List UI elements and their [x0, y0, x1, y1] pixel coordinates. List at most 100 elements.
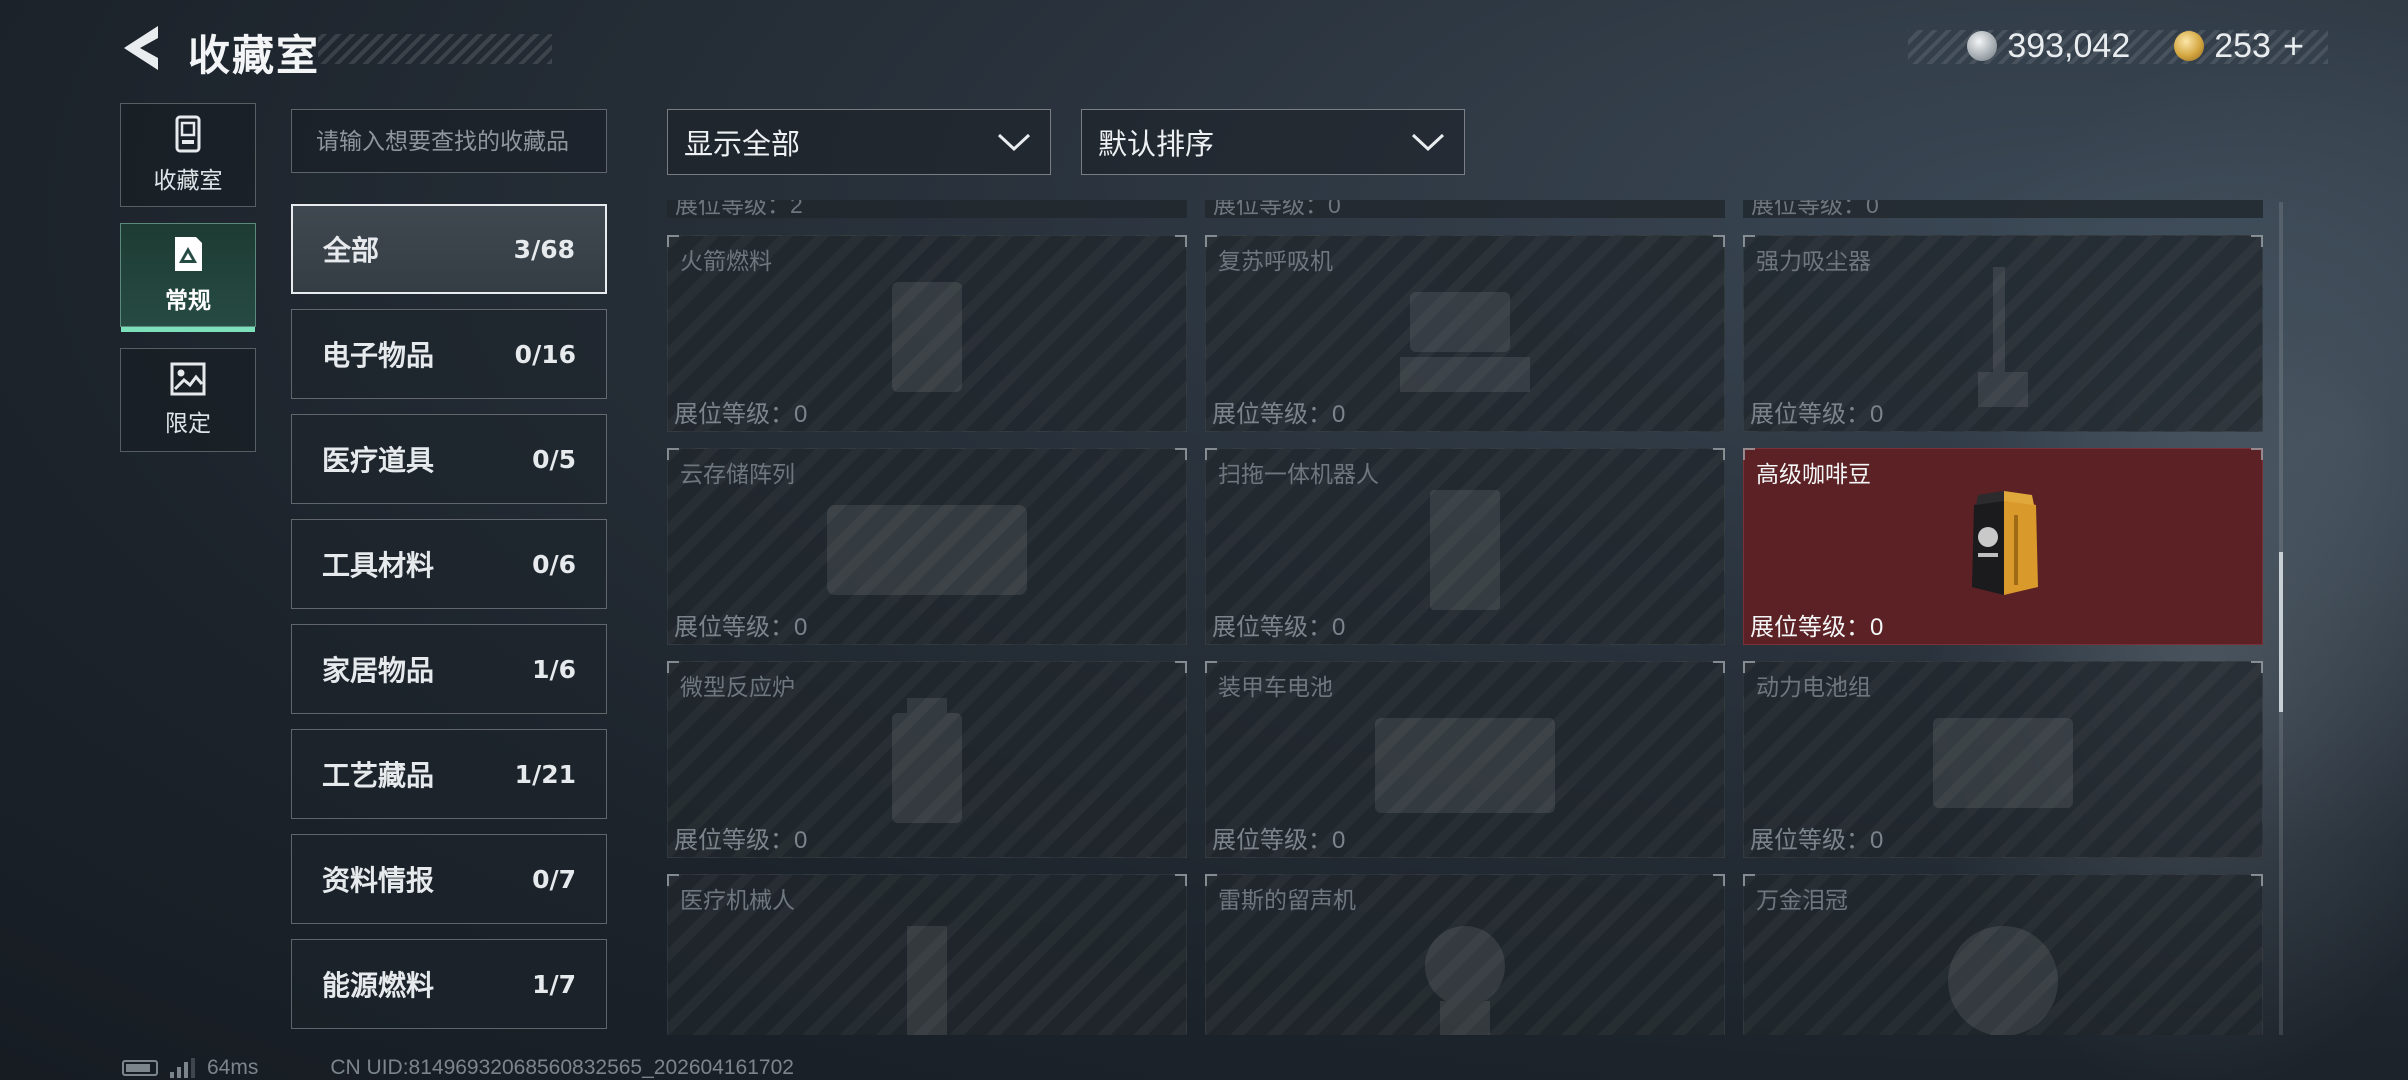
collection-grid: 展位等级：2 展位等级：0 展位等级：0 火箭燃料 展位等级：0 复苏呼吸机 展… [667, 200, 2263, 1035]
category-count: 0/7 [532, 864, 576, 894]
partial-item-card: 展位等级：2 [667, 200, 1187, 218]
level-value: 0 [1870, 827, 1884, 854]
card-corner [2251, 235, 2263, 247]
item-card-medical-robot[interactable]: 医疗机械人 [667, 874, 1187, 1035]
tab-label: 常规 [165, 287, 211, 313]
tab-regular[interactable]: 常规 [120, 223, 256, 332]
mop-robot-icon [1430, 490, 1500, 611]
card-corner [1205, 874, 1217, 886]
category-count: 0/6 [532, 549, 576, 579]
item-level: 展位等级：0 [1212, 394, 1345, 429]
level-value: 0 [794, 614, 808, 641]
chevron-down-icon [997, 133, 1031, 152]
level-value: 2 [790, 200, 803, 218]
coffee-bag-icon [1972, 491, 2038, 595]
vacuum-icon [1978, 267, 2028, 408]
item-level: 展位等级：0 [674, 820, 807, 855]
item-name: 火箭燃料 [680, 248, 772, 274]
card-corner [667, 874, 679, 886]
category-electronics[interactable]: 电子物品 0/16 [291, 309, 607, 399]
item-card-armored-battery[interactable]: 装甲车电池 展位等级：0 [1205, 661, 1725, 858]
level-value: 0 [1328, 200, 1341, 218]
item-name: 扫拖一体机器人 [1218, 461, 1379, 487]
card-corner [1713, 235, 1725, 247]
search-box[interactable] [291, 109, 607, 173]
dropdown-value: 显示全部 [684, 129, 801, 161]
item-name: 雷斯的留声机 [1218, 887, 1356, 913]
item-card-cloud-storage[interactable]: 云存储阵列 展位等级：0 [667, 448, 1187, 645]
category-energy[interactable]: 能源燃料 1/7 [291, 939, 607, 1029]
category-tools[interactable]: 工具材料 0/6 [291, 519, 607, 609]
scrollbar-thumb[interactable] [2279, 552, 2283, 712]
gold-amount: 253 [2214, 26, 2271, 65]
item-card-premium-coffee-beans[interactable]: 高级咖啡豆 展位等级：0 [1743, 448, 2263, 645]
rocket-fuel-icon [892, 282, 962, 393]
card-corner [1205, 235, 1217, 247]
category-count: 0/5 [532, 444, 576, 474]
ventilator-icon [1400, 292, 1530, 393]
tab-label: 收藏室 [153, 167, 223, 193]
card-corner [667, 661, 679, 673]
search-input[interactable] [314, 126, 584, 156]
card-corner [1175, 874, 1187, 886]
item-card-vacuum[interactable]: 强力吸尘器 展位等级：0 [1743, 235, 2263, 432]
card-corner [2251, 661, 2263, 673]
item-card-phonograph[interactable]: 雷斯的留声机 [1205, 874, 1725, 1035]
level-label: 展位等级： [674, 401, 794, 428]
level-label: 展位等级： [1212, 614, 1332, 641]
category-medical[interactable]: 医疗道具 0/5 [291, 414, 607, 504]
back-button[interactable] [118, 22, 164, 74]
phonograph-icon [1425, 926, 1505, 1035]
item-level: 展位等级：0 [1750, 820, 1883, 855]
level-label: 展位等级： [1750, 827, 1870, 854]
item-name: 高级咖啡豆 [1756, 461, 1871, 487]
uid-text: CN UID:8149693206856083256​5_20260416170… [330, 1056, 794, 1079]
card-corner [2251, 874, 2263, 886]
category-name: 医疗道具 [322, 445, 435, 476]
item-card-micro-reactor[interactable]: 微型反应炉 展位等级：0 [667, 661, 1187, 858]
category-count: 1/7 [532, 969, 576, 999]
level-value: 0 [1332, 401, 1346, 428]
item-name: 微型反应炉 [680, 674, 795, 700]
item-card-mop-robot[interactable]: 扫拖一体机器人 展位等级：0 [1205, 448, 1725, 645]
item-name: 动力电池组 [1756, 674, 1871, 700]
item-level: 展位等级：0 [1212, 607, 1345, 642]
item-card-rocket-fuel[interactable]: 火箭燃料 展位等级：0 [667, 235, 1187, 432]
item-card-power-battery-pack[interactable]: 动力电池组 展位等级：0 [1743, 661, 2263, 858]
display-filter-dropdown[interactable]: 显示全部 [667, 109, 1051, 175]
sort-dropdown[interactable]: 默认排序 [1081, 109, 1465, 175]
category-crafts[interactable]: 工艺藏品 1/21 [291, 729, 607, 819]
level-value: 0 [1332, 614, 1346, 641]
item-card-ventilator[interactable]: 复苏呼吸机 展位等级：0 [1205, 235, 1725, 432]
card-corner [1175, 661, 1187, 673]
partial-item-card: 展位等级：0 [1205, 200, 1725, 218]
item-level: 展位等级：0 [1750, 607, 1883, 642]
status-footer: 64ms CN UID:8149693206856083256​5_202604… [122, 1056, 794, 1080]
category-count: 1/21 [514, 759, 576, 789]
regular-card-icon [175, 237, 202, 271]
plus-icon[interactable]: + [2283, 25, 2304, 67]
back-arrow-icon [124, 26, 158, 70]
category-all[interactable]: 全部 3/68 [291, 204, 607, 294]
item-name: 医疗机械人 [680, 887, 795, 913]
category-name: 工具材料 [322, 550, 435, 581]
level-value: 0 [1870, 401, 1884, 428]
collection-room-icon [175, 115, 201, 153]
silver-amount: 393,042 [2007, 26, 2131, 65]
tab-collection-room[interactable]: 收藏室 [120, 103, 256, 207]
card-corner [1713, 661, 1725, 673]
item-card-golden-crown[interactable]: 万金泪冠 [1743, 874, 2263, 1035]
category-name: 资料情报 [322, 865, 435, 896]
item-level: 展位等级：0 [674, 394, 807, 429]
item-name: 万金泪冠 [1756, 887, 1848, 913]
card-corner [1743, 874, 1755, 886]
silver-coin-icon [1967, 31, 1998, 61]
category-intel[interactable]: 资料情报 0/7 [291, 834, 607, 924]
category-household[interactable]: 家居物品 1/6 [291, 624, 607, 714]
tab-limited[interactable]: 限定 [120, 348, 256, 452]
tab-label: 限定 [165, 410, 211, 436]
card-corner [1743, 448, 1755, 460]
category-name: 电子物品 [322, 340, 435, 371]
item-name: 装甲车电池 [1218, 674, 1333, 700]
level-value: 0 [1332, 827, 1346, 854]
